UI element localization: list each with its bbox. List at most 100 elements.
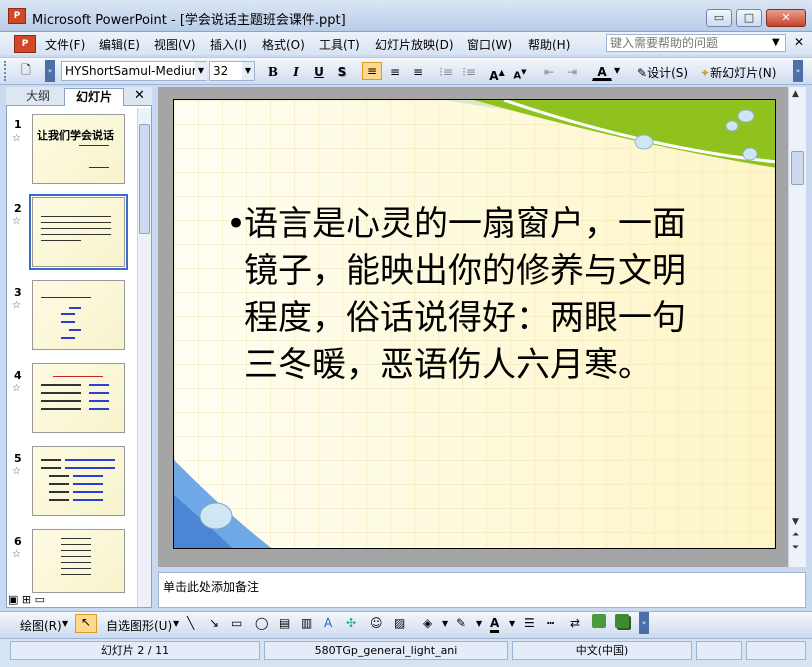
- menu-tools[interactable]: 工具(T): [319, 36, 360, 53]
- pane-close-button[interactable]: ✕: [134, 88, 145, 103]
- align-right-icon[interactable]: ≡: [408, 63, 428, 81]
- select-pointer-icon[interactable]: ↖: [75, 614, 97, 633]
- normal-view-icon[interactable]: ▣: [8, 593, 18, 606]
- arrow-style-icon[interactable]: ⇄: [570, 616, 580, 630]
- notes-pane[interactable]: 单击此处添加备注: [158, 572, 806, 608]
- toolbar-options-icon[interactable]: »: [45, 60, 55, 82]
- design-button[interactable]: ✎设计(S): [637, 64, 688, 81]
- slide-thumbnail-3[interactable]: [32, 280, 125, 350]
- font-size-dropdown-icon[interactable]: ▼: [242, 62, 254, 80]
- font-name-field[interactable]: HYShortSamul-Medium: [61, 61, 207, 81]
- animation-star-icon: ☆: [12, 466, 21, 477]
- next-slide-icon[interactable]: ⏷: [792, 543, 799, 553]
- dash-style-icon[interactable]: ┅: [547, 616, 554, 630]
- help-dropdown-icon[interactable]: ▼: [772, 37, 780, 48]
- draw-menu-button[interactable]: 绘图(R): [20, 617, 62, 634]
- draw-dropdown-icon[interactable]: ▼: [62, 619, 68, 628]
- menu-window[interactable]: 窗口(W): [467, 36, 512, 53]
- thumb-number: 2: [14, 202, 22, 215]
- vertical-textbox-icon[interactable]: ▥: [301, 616, 312, 630]
- rectangle-tool-icon[interactable]: ▭: [231, 616, 242, 630]
- font-color-draw-dropdown-icon[interactable]: ▼: [509, 619, 515, 628]
- design-label: 设计(S): [647, 66, 689, 80]
- italic-button[interactable]: I: [286, 63, 306, 81]
- help-search-input[interactable]: 键入需要帮助的问题: [606, 34, 786, 52]
- document-icon[interactable]: P: [14, 35, 36, 53]
- numbered-list-icon[interactable]: ⁝≡: [436, 63, 456, 81]
- menu-slideshow[interactable]: 幻灯片放映(D): [375, 36, 454, 53]
- slideshow-icon[interactable]: ▭: [35, 593, 45, 606]
- current-slide[interactable]: • 语言是心灵的一扇窗户，一面镜子，能映出你的修养与文明程度，俗话说得好：两眼一…: [173, 99, 776, 549]
- language-indicator: 中文(中国): [512, 641, 692, 660]
- slide-thumbnail-5[interactable]: [32, 446, 125, 516]
- line-color-icon[interactable]: ✎: [456, 616, 466, 630]
- autoshapes-menu-button[interactable]: 自选图形(U): [106, 617, 172, 634]
- increase-font-icon[interactable]: A▲: [487, 63, 507, 83]
- menu-format[interactable]: 格式(O): [262, 36, 305, 53]
- thumb-number: 4: [14, 369, 22, 382]
- diagram-icon[interactable]: ✣: [346, 616, 356, 630]
- slide-sorter-icon[interactable]: ⊞: [22, 593, 31, 606]
- tab-slides[interactable]: 幻灯片: [64, 88, 124, 106]
- oval-tool-icon[interactable]: ◯: [255, 616, 268, 630]
- thumbnails-scrollbar[interactable]: [137, 108, 151, 607]
- bulleted-list-icon[interactable]: ⁝≡: [459, 63, 479, 81]
- slide-scrollbar[interactable]: ▲ ▼ ⏶ ⏷: [788, 87, 806, 567]
- textbox-tool-icon[interactable]: ▤: [279, 616, 290, 630]
- slide-thumbnail-1[interactable]: 让我们学会说话: [32, 114, 125, 184]
- 3d-style-icon[interactable]: [615, 614, 629, 628]
- autoshapes-dropdown-icon[interactable]: ▼: [173, 619, 179, 628]
- wordart-icon[interactable]: A: [324, 616, 332, 630]
- menu-edit[interactable]: 编辑(E): [99, 36, 140, 53]
- increase-indent-icon[interactable]: ⇥: [562, 63, 582, 81]
- thumb-number: 6: [14, 535, 22, 548]
- scrollbar-thumb[interactable]: [139, 124, 150, 234]
- minimize-button[interactable]: ▭: [706, 9, 732, 27]
- new-slide-button[interactable]: ✦新幻灯片(N): [700, 64, 776, 81]
- decrease-font-icon[interactable]: A▼: [510, 63, 530, 81]
- shadow-button[interactable]: S: [332, 63, 352, 81]
- clipart-icon[interactable]: ☺: [370, 616, 383, 630]
- toolbar-overflow-icon[interactable]: »: [793, 60, 803, 82]
- close-document-button[interactable]: ✕: [794, 35, 804, 49]
- status-cell-empty: [696, 641, 742, 660]
- font-color-draw-icon[interactable]: A: [490, 616, 500, 633]
- line-tool-icon[interactable]: ╲: [187, 616, 194, 630]
- picture-icon[interactable]: ▨: [394, 616, 405, 630]
- slide-thumbnail-2[interactable]: [29, 194, 128, 270]
- powerpoint-app-icon[interactable]: P: [8, 8, 26, 24]
- menu-insert[interactable]: 插入(I): [210, 36, 247, 53]
- drawbar-overflow-icon[interactable]: »: [639, 612, 649, 634]
- fill-color-icon[interactable]: ◈: [423, 616, 432, 630]
- slide-counter: 幻灯片 2 / 11: [10, 641, 260, 660]
- thumb-title: 让我们学会说话: [37, 129, 114, 142]
- line-color-dropdown-icon[interactable]: ▼: [476, 619, 482, 628]
- font-color-icon[interactable]: A: [592, 63, 612, 81]
- decrease-indent-icon[interactable]: ⇤: [539, 63, 559, 81]
- line-style-icon[interactable]: ☰: [524, 616, 535, 630]
- tab-outline[interactable]: 大纲: [16, 88, 60, 106]
- shadow-style-icon[interactable]: [592, 614, 606, 628]
- arrow-tool-icon[interactable]: ↘: [209, 616, 219, 630]
- close-window-button[interactable]: ✕: [766, 9, 806, 27]
- slide-thumbnail-6[interactable]: [32, 529, 125, 593]
- maximize-button[interactable]: □: [736, 9, 762, 27]
- scroll-up-icon[interactable]: ▲: [792, 89, 799, 99]
- align-left-icon[interactable]: ≡: [362, 62, 382, 80]
- slide-body-text[interactable]: 语言是心灵的一扇窗户，一面镜子，能映出你的修养与文明程度，俗话说得好：两眼一句三…: [244, 201, 694, 389]
- font-color-dropdown-icon[interactable]: ▼: [614, 66, 620, 75]
- menu-file[interactable]: 文件(F): [45, 36, 85, 53]
- menu-help[interactable]: 帮助(H): [528, 36, 570, 53]
- bold-button[interactable]: B: [263, 63, 283, 81]
- menu-view[interactable]: 视图(V): [154, 36, 196, 53]
- previous-slide-icon[interactable]: ⏶: [792, 530, 799, 540]
- underline-button[interactable]: U: [309, 63, 329, 81]
- scroll-down-icon[interactable]: ▼: [792, 517, 799, 527]
- scrollbar-thumb[interactable]: [791, 151, 804, 185]
- font-name-dropdown-icon[interactable]: ▼: [195, 62, 207, 80]
- slide-thumbnail-4[interactable]: [32, 363, 125, 433]
- fill-color-dropdown-icon[interactable]: ▼: [442, 619, 448, 628]
- align-center-icon[interactable]: ≡: [385, 63, 405, 81]
- new-document-icon[interactable]: 🗋: [16, 61, 36, 79]
- toolbar-grip[interactable]: [4, 61, 8, 81]
